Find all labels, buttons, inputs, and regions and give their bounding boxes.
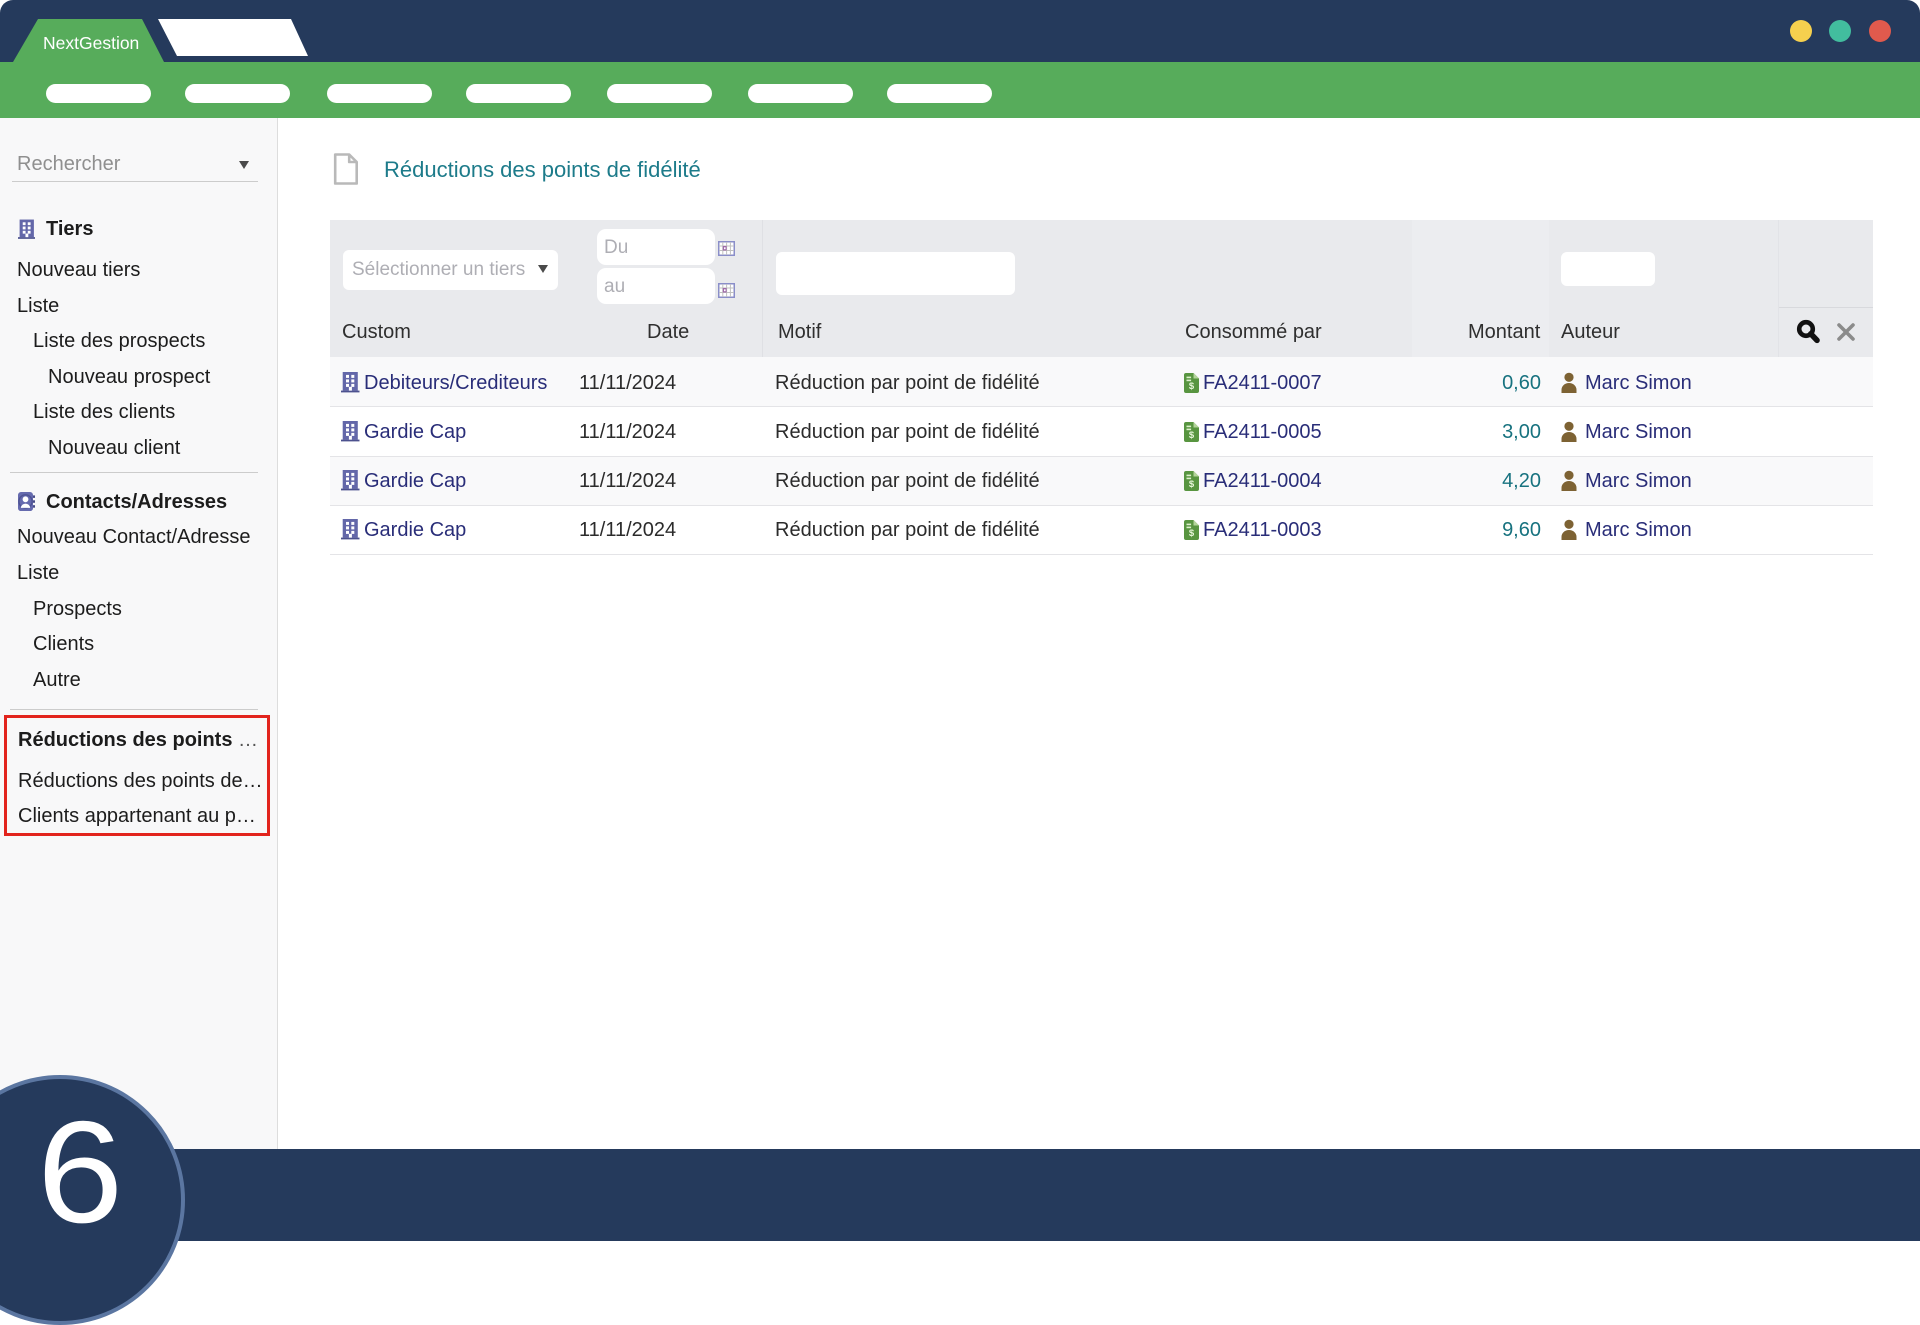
svg-text:$: $	[1189, 479, 1195, 490]
svg-text:$: $	[1189, 430, 1195, 441]
svg-text:$: $	[1189, 381, 1195, 392]
svg-text:$: $	[1189, 528, 1195, 539]
